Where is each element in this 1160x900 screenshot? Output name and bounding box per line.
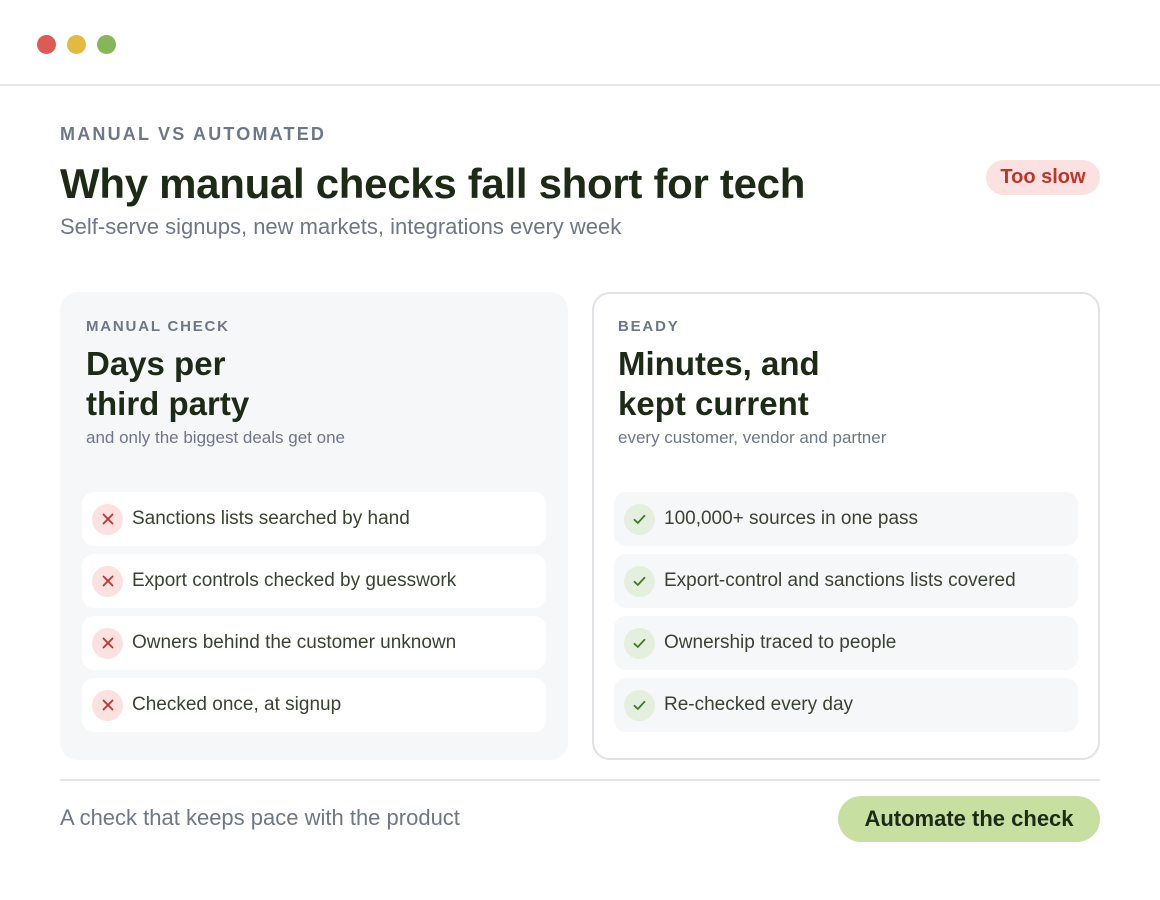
- window-minimize-button[interactable]: [67, 35, 86, 54]
- card-note: every customer, vendor and partner: [618, 428, 887, 447]
- x-icon: [92, 565, 123, 597]
- list-item: Sanctions lists searched by hand: [82, 492, 546, 546]
- page-subtitle: Self-serve signups, new markets, integra…: [60, 214, 622, 239]
- x-icon: [92, 689, 123, 721]
- list-item: Export controls checked by guesswork: [82, 554, 546, 608]
- manual-check-card: MANUAL CHECK Days per third party and on…: [60, 292, 568, 760]
- list-item: Owners behind the customer unknown: [82, 616, 546, 670]
- manual-item-list: Sanctions lists searched by hand Export …: [82, 492, 546, 740]
- list-item: Re-checked every day: [614, 678, 1078, 732]
- window-titlebar: [0, 0, 1160, 86]
- list-item-text: Re-checked every day: [664, 694, 854, 715]
- list-item: 100,000+ sources in one pass: [614, 492, 1078, 546]
- window-zoom-button[interactable]: [97, 35, 116, 54]
- card-heading-line: third party: [86, 385, 250, 422]
- list-item-text: Ownership traced to people: [664, 632, 897, 653]
- list-item: Export-control and sanctions lists cover…: [614, 554, 1078, 608]
- page-title: Why manual checks fall short for tech: [60, 160, 806, 207]
- footer-text: A check that keeps pace with the product: [60, 805, 460, 830]
- list-item-text: Owners behind the customer unknown: [132, 632, 457, 653]
- list-item: Checked once, at signup: [82, 678, 546, 732]
- x-icon: [92, 503, 123, 535]
- window-close-button[interactable]: [37, 35, 56, 54]
- card-heading-line: Days per: [86, 345, 226, 382]
- card-label: BEADY: [618, 318, 680, 335]
- automate-check-button[interactable]: Automate the check: [838, 796, 1100, 842]
- beady-item-list: 100,000+ sources in one pass Export-cont…: [614, 492, 1078, 740]
- list-item-text: Export controls checked by guesswork: [132, 570, 457, 591]
- check-icon: [624, 503, 655, 535]
- list-item-text: Sanctions lists searched by hand: [132, 508, 410, 529]
- status-badge: Too slow: [986, 160, 1100, 195]
- check-icon: [624, 627, 655, 659]
- list-item-text: Export-control and sanctions lists cover…: [664, 570, 1016, 591]
- check-icon: [624, 565, 655, 597]
- check-icon: [624, 689, 655, 721]
- x-icon: [92, 627, 123, 659]
- list-item: Ownership traced to people: [614, 616, 1078, 670]
- card-heading-line: kept current: [618, 385, 809, 422]
- card-heading: Days per third party: [86, 344, 386, 424]
- card-heading-line: Minutes, and: [618, 345, 820, 382]
- list-item-text: 100,000+ sources in one pass: [664, 508, 919, 529]
- section-eyebrow: MANUAL VS AUTOMATED: [60, 124, 327, 144]
- card-note: and only the biggest deals get one: [86, 428, 345, 447]
- beady-card: BEADY Minutes, and kept current every cu…: [592, 292, 1100, 760]
- list-item-text: Checked once, at signup: [132, 694, 342, 715]
- card-label: MANUAL CHECK: [86, 318, 230, 335]
- card-heading: Minutes, and kept current: [618, 344, 918, 424]
- footer-divider: [60, 779, 1100, 781]
